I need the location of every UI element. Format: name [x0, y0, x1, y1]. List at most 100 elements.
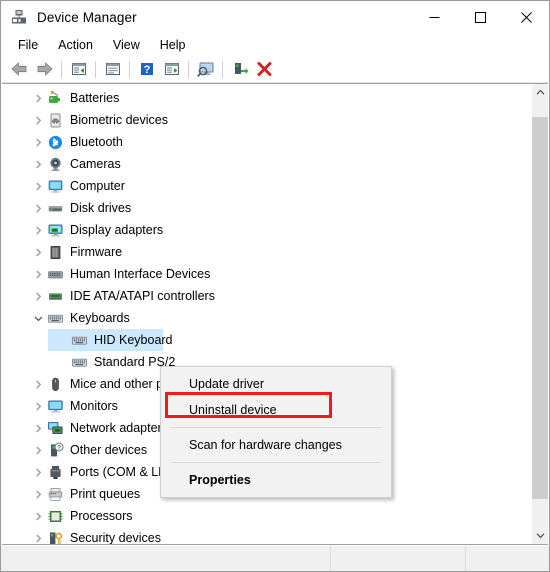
chevron-down-icon[interactable] [30, 307, 46, 329]
tree-node-label: Keyboards [70, 311, 130, 325]
show-hide-console-tree-button[interactable] [100, 57, 125, 81]
update-driver-button[interactable] [227, 57, 252, 81]
keyboard-icon [46, 309, 64, 327]
context-menu-item-scan-for-hardware-changes[interactable]: Scan for hardware changes [161, 432, 391, 458]
tree-node-label: Cameras [70, 157, 121, 171]
chevron-right-icon[interactable] [30, 439, 46, 461]
chevron-right-icon[interactable] [30, 241, 46, 263]
tree-node-label: Human Interface Devices [70, 267, 211, 281]
chevron-right-icon[interactable] [30, 197, 46, 219]
properties-button[interactable] [159, 57, 184, 81]
tree-node[interactable]: Display adapters [2, 219, 531, 241]
minimize-button[interactable] [411, 1, 457, 33]
tree-node[interactable]: Bluetooth [2, 131, 531, 153]
title-bar: Device Manager [1, 1, 549, 33]
menu-file[interactable]: File [9, 36, 47, 54]
toolbar-separator [129, 60, 130, 78]
tree-node[interactable]: Cameras [2, 153, 531, 175]
tree-node[interactable]: Batteries [2, 87, 531, 109]
chevron-right-icon[interactable] [30, 505, 46, 527]
context-menu-item-properties[interactable]: Properties [161, 467, 391, 493]
tree-node-label: Processors [70, 509, 133, 523]
vertical-scrollbar[interactable] [531, 84, 548, 544]
tree-node[interactable]: Processors [2, 505, 531, 527]
chevron-right-icon[interactable] [30, 131, 46, 153]
tree-node-label: Firmware [70, 245, 123, 259]
status-pane-1 [1, 546, 331, 571]
scroll-down-button[interactable] [532, 527, 548, 544]
chevron-right-icon[interactable] [30, 175, 46, 197]
device-manager-icon [10, 8, 28, 26]
network-adapter-icon [46, 419, 64, 437]
annotation-highlight-box [165, 392, 332, 418]
chevron-right-icon[interactable] [30, 461, 46, 483]
uninstall-device-button[interactable] [252, 57, 277, 81]
device-tree-panel: Batteries Biometric devices Bluetooth Camer… [2, 83, 548, 545]
menu-bar: File Action View Help [1, 33, 549, 56]
computer-icon [46, 177, 64, 195]
toolbar-separator [222, 60, 223, 78]
forward-button[interactable] [32, 57, 57, 81]
chevron-right-icon[interactable] [30, 395, 46, 417]
tree-node-label: Network adapters [70, 421, 168, 435]
keyboard-icon [70, 353, 88, 371]
tree-node-label: HID Keyboard [94, 333, 173, 347]
toolbar-separator [61, 60, 62, 78]
other-device-icon: ? [46, 441, 64, 459]
status-pane-2 [331, 546, 466, 571]
toolbar-separator [95, 60, 96, 78]
bluetooth-icon [46, 133, 64, 151]
menu-action[interactable]: Action [49, 36, 102, 54]
chevron-right-icon[interactable] [30, 285, 46, 307]
chevron-right-icon[interactable] [30, 373, 46, 395]
chevron-right-icon[interactable] [30, 109, 46, 131]
menu-help[interactable]: Help [151, 36, 195, 54]
tree-node[interactable]: IDE ATA/ATAPI controllers [2, 285, 531, 307]
tree-node-label: Security devices [70, 531, 162, 544]
tree-node[interactable]: Disk drives [2, 197, 531, 219]
chevron-right-icon[interactable] [30, 417, 46, 439]
maximize-button[interactable] [457, 1, 503, 33]
chevron-right-icon[interactable] [30, 263, 46, 285]
caption-button-group [411, 1, 549, 33]
tree-node[interactable]: Human Interface Devices [2, 263, 531, 285]
scrollbar-thumb[interactable] [532, 117, 548, 499]
fingerprint-icon [46, 111, 64, 129]
up-one-level-button[interactable] [66, 57, 91, 81]
ide-controller-icon [46, 287, 64, 305]
tree-node-label: Bluetooth [70, 135, 123, 149]
tree-node-label: Print queues [70, 487, 141, 501]
tree-node[interactable]: Keyboards [2, 307, 531, 329]
disk-drive-icon [46, 199, 64, 217]
chevron-right-icon[interactable] [30, 153, 46, 175]
chevron-right-icon[interactable] [30, 527, 46, 544]
chevron-right-icon[interactable] [30, 219, 46, 241]
help-button[interactable]: ? [134, 57, 159, 81]
scan-hardware-changes-button[interactable] [193, 57, 218, 81]
context-menu-separator [171, 427, 381, 428]
tree-node[interactable]: HID Keyboard [2, 329, 531, 351]
menu-view[interactable]: View [104, 36, 149, 54]
camera-icon [46, 155, 64, 173]
chevron-right-icon[interactable] [30, 483, 46, 505]
keyboard-icon [70, 331, 88, 349]
tree-node-label: Disk drives [70, 201, 132, 215]
battery-icon [46, 89, 64, 107]
close-button[interactable] [503, 1, 549, 33]
tree-node[interactable]: Biometric devices [2, 109, 531, 131]
tree-node-label: Computer [70, 179, 125, 193]
back-button[interactable] [7, 57, 32, 81]
window-title: Device Manager [37, 9, 137, 25]
device-manager-window: Device Manager File Action View Help ? B… [0, 0, 550, 572]
tree-node[interactable]: Security devices [2, 527, 531, 544]
mouse-icon [46, 375, 64, 393]
context-menu-separator [171, 462, 381, 463]
tree-node[interactable]: Firmware [2, 241, 531, 263]
tree-node-label: Display adapters [70, 223, 164, 237]
tree-node-label: Monitors [70, 399, 118, 413]
scroll-up-button[interactable] [532, 84, 548, 101]
status-pane-3 [466, 546, 549, 571]
printer-icon [46, 485, 64, 503]
tree-node[interactable]: Computer [2, 175, 531, 197]
chevron-right-icon[interactable] [30, 87, 46, 109]
